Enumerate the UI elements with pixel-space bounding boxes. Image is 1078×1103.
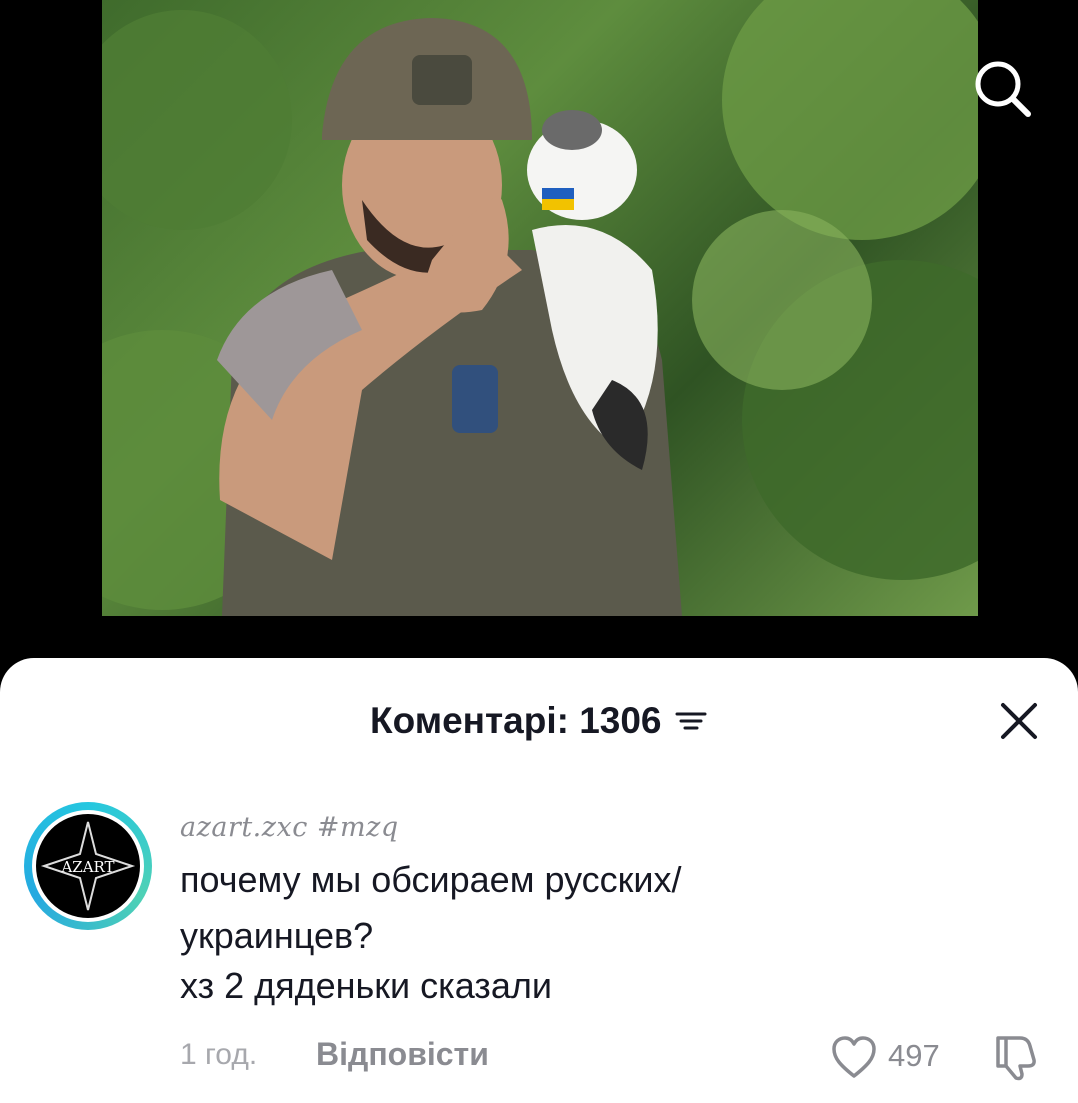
- avatar[interactable]: AZART: [24, 802, 152, 930]
- video-frame[interactable]: [102, 0, 978, 616]
- close-icon[interactable]: [998, 700, 1040, 742]
- video-scene: [102, 0, 978, 616]
- comment-time: 1 год.: [180, 1038, 258, 1071]
- heart-icon[interactable]: [830, 1034, 878, 1080]
- video-player[interactable]: [0, 0, 1078, 680]
- comment-text-line: хз 2 дяденьки сказали: [180, 965, 552, 1006]
- avatar-text: AZART: [60, 858, 114, 876]
- reply-button[interactable]: Відповісти: [316, 1036, 489, 1073]
- comments-title: Коментарі: 1306: [370, 700, 662, 741]
- thumbs-down-icon[interactable]: [990, 1032, 1042, 1084]
- avatar-image: AZART: [32, 810, 144, 922]
- comment-text-line: украинцев?: [180, 915, 374, 956]
- sort-icon[interactable]: [674, 708, 708, 734]
- comments-sheet: Коментарі: 1306 AZART azart.zxc #mzq поч…: [0, 658, 1078, 1103]
- comment-username[interactable]: azart.zxc #mzq: [180, 812, 399, 843]
- search-icon[interactable]: [968, 54, 1038, 124]
- comment-text-line: почему мы обсираем русских/: [180, 859, 682, 900]
- like-count: 497: [888, 1038, 940, 1073]
- avatar-logo: AZART: [40, 821, 136, 911]
- comments-header: Коментарі: 1306: [0, 696, 1078, 746]
